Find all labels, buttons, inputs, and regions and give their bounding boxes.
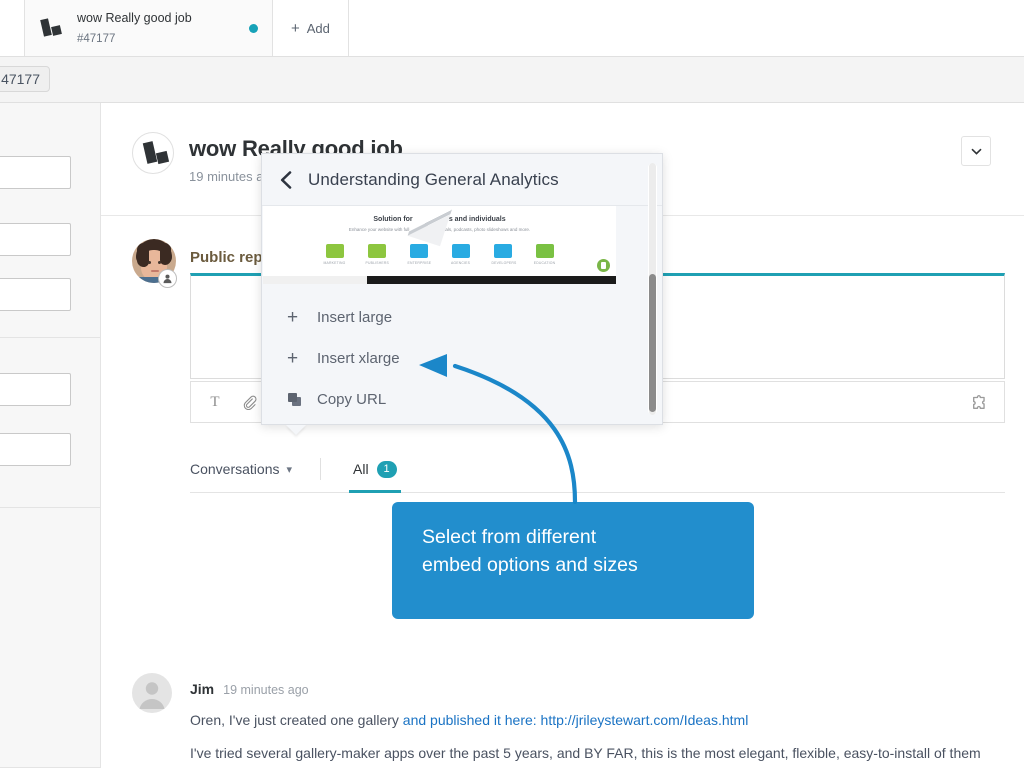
text-format-button[interactable]: T xyxy=(201,388,229,416)
message-header: Jim 19 minutes ago xyxy=(190,681,1002,697)
embed-thumbnail-preview[interactable]: Solution for businesses and individuals … xyxy=(263,206,616,284)
message-timestamp: 19 minutes ago xyxy=(223,683,309,697)
tab-all-label: All xyxy=(353,461,369,477)
left-properties-panel xyxy=(0,103,101,768)
add-tab-label: Add xyxy=(306,20,330,36)
tab-all-count-badge: 1 xyxy=(376,460,397,478)
chevron-down-icon: ▾ xyxy=(286,463,293,476)
left-panel-field-4[interactable] xyxy=(0,373,71,406)
message-avatar xyxy=(132,673,172,713)
popover-tail-arrow xyxy=(286,425,306,435)
apps-button[interactable] xyxy=(966,388,994,416)
left-panel-group-2 xyxy=(0,338,100,508)
zendesk-logo-icon xyxy=(39,15,65,41)
popover-scrollbar[interactable] xyxy=(648,163,657,415)
thumbnail-tiles: MARKETING PUBLISHERS ENTERPRISE AGENCIES… xyxy=(263,244,616,265)
copy-url-label: Copy URL xyxy=(317,391,387,408)
scrollbar-thumb[interactable] xyxy=(649,273,656,413)
attach-file-button[interactable] xyxy=(235,388,263,416)
message-paragraph-1-text: Oren, I've just created one gallery xyxy=(190,712,399,728)
tab-title: wow Really good job xyxy=(77,11,192,26)
tab-ticket-47177[interactable]: wow Really good job #47177 xyxy=(25,0,273,56)
embed-popover: Understanding General Analytics Solution… xyxy=(261,153,663,435)
thumbnail-scroll-strip xyxy=(263,276,616,284)
copy-icon xyxy=(287,392,317,408)
conversation-filter-bar: Conversations ▾ All 1 xyxy=(190,446,1005,493)
thumbnail-tile: DEVELOPERS xyxy=(491,244,517,265)
conversations-dropdown[interactable]: Conversations ▾ xyxy=(190,461,292,477)
popover-title: Understanding General Analytics xyxy=(308,169,559,189)
message-author: Jim xyxy=(190,681,215,697)
left-panel-field-1[interactable] xyxy=(0,156,71,189)
thumbnail-tile: ENTERPRISE xyxy=(407,244,432,265)
plus-icon: + xyxy=(287,348,299,369)
tab-all[interactable]: All 1 xyxy=(349,446,401,493)
insert-xlarge-option[interactable]: + Insert xlarge xyxy=(263,338,639,379)
breadcrumb-chip-label: 47177 xyxy=(1,71,40,87)
breadcrumb-strip: 47177 xyxy=(0,57,1024,103)
message-paragraph-1: Oren, I've just created one gallery and … xyxy=(190,710,1002,730)
popover-header: Understanding General Analytics xyxy=(262,154,662,206)
message-paragraph-2: I've tried several gallery-maker apps ov… xyxy=(190,745,981,768)
callout-tooltip: Select from different embed options and … xyxy=(392,502,754,619)
left-panel-field-3[interactable] xyxy=(0,278,71,311)
agent-badge-icon xyxy=(158,269,177,288)
thumbnail-tile-caption: AGENCIES xyxy=(450,261,471,265)
paperclip-icon xyxy=(243,395,256,410)
back-chevron-icon xyxy=(280,170,291,189)
breadcrumb-chip[interactable]: 47177 xyxy=(0,66,50,92)
popover-back-button[interactable] xyxy=(262,170,308,189)
insert-large-option[interactable]: + Insert large xyxy=(263,297,639,338)
thumbnail-tile-caption: PUBLISHERS xyxy=(365,261,389,265)
chevron-down-icon xyxy=(970,148,982,155)
thumbnail-tile-caption: ENTERPRISE xyxy=(407,261,432,265)
left-panel-group-3 xyxy=(0,508,100,768)
add-tab-button[interactable]: + Add xyxy=(273,0,349,56)
thumbnail-tile: AGENCIES xyxy=(450,244,472,265)
embed-options-list: + Insert large + Insert xlarge Copy URL xyxy=(263,297,639,420)
filter-divider xyxy=(320,458,322,480)
callout-line-2: embed options and sizes xyxy=(422,553,638,576)
puzzle-piece-icon xyxy=(973,395,985,409)
copy-url-option[interactable]: Copy URL xyxy=(263,379,639,420)
insert-large-label: Insert large xyxy=(317,309,393,326)
tabbar-left-stub xyxy=(0,0,25,56)
tab-active-underline xyxy=(349,489,401,493)
thumbnail-tile-caption: EDUCATION xyxy=(533,261,556,265)
plus-icon: + xyxy=(291,19,300,37)
thumbnail-tile-caption: DEVELOPERS xyxy=(491,261,517,265)
thumbnail-tile-caption: MARKETING xyxy=(323,261,346,265)
top-tab-bar: wow Really good job #47177 + Add xyxy=(0,0,1024,57)
message-link[interactable]: and published it here: http://jrileystew… xyxy=(399,712,749,728)
tabbar-empty-space xyxy=(348,0,1024,56)
insert-xlarge-label: Insert xlarge xyxy=(317,350,400,367)
thumbnail-tile: PUBLISHERS xyxy=(365,244,389,265)
tab-text: wow Really good job #47177 xyxy=(77,8,233,47)
callout-line-1: Select from different xyxy=(422,526,597,548)
thumbnail-badge-icon xyxy=(597,259,610,272)
thumbnail-tile: EDUCATION xyxy=(534,244,556,265)
ticket-brand-avatar xyxy=(132,132,174,174)
left-panel-field-5[interactable] xyxy=(0,433,71,466)
ticket-options-button[interactable] xyxy=(961,136,991,166)
message-body: Jim 19 minutes ago Oren, I've just creat… xyxy=(190,681,1002,768)
left-panel-field-2[interactable] xyxy=(0,223,71,256)
tab-status-dot xyxy=(249,23,258,33)
plus-icon: + xyxy=(287,307,299,328)
conversations-dropdown-label: Conversations xyxy=(190,461,280,477)
page-fold-decoration xyxy=(407,206,453,247)
left-panel-group-1 xyxy=(0,103,100,338)
tab-ticket-number: #47177 xyxy=(77,33,116,45)
thumbnail-tile: MARKETING xyxy=(324,244,346,265)
